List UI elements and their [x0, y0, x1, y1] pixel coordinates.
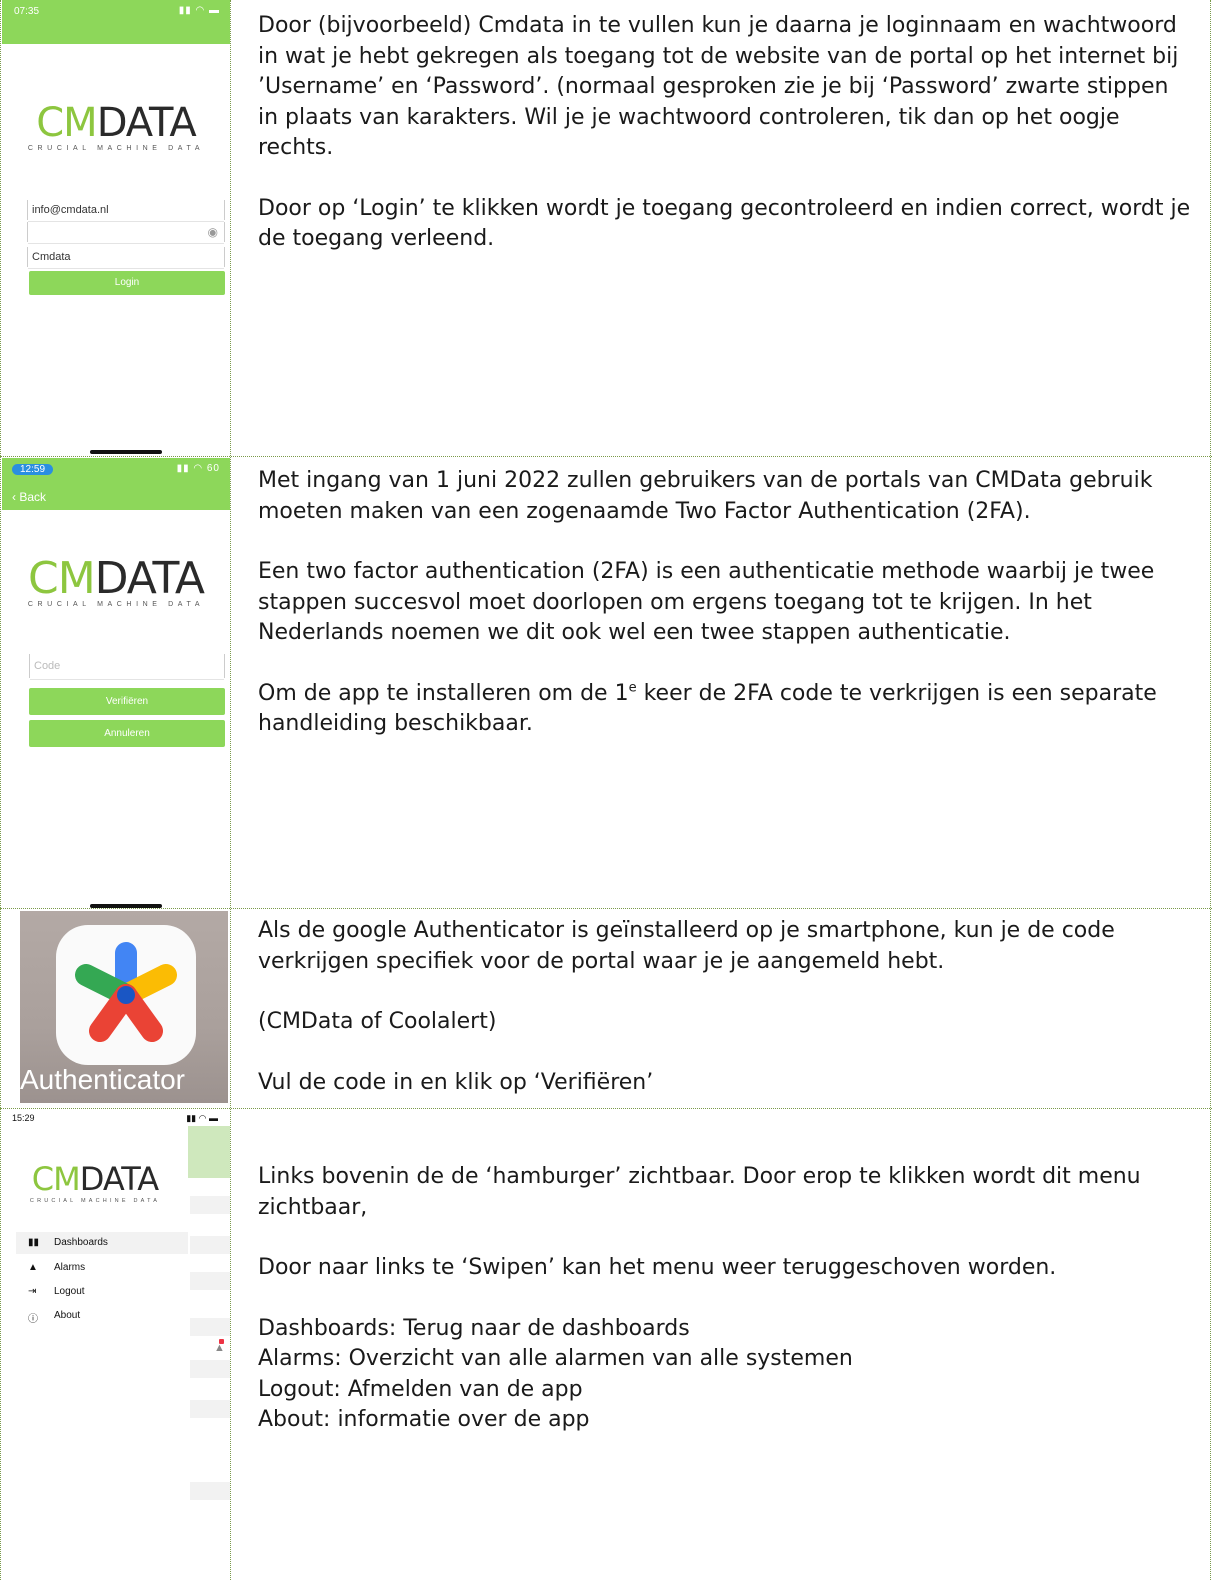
status-icons: ▮▮ ◠ 60: [176, 463, 220, 474]
menu-item-logout[interactable]: ⇥ Logout: [16, 1282, 188, 1302]
paragraph: Met ingang van 1 juni 2022 zullen gebrui…: [258, 468, 1153, 524]
cmdata-logo: CMDATA: [36, 100, 197, 146]
home-indicator: [90, 450, 162, 454]
menu-item-about[interactable]: ⓘ About: [16, 1306, 188, 1326]
login-button[interactable]: Login: [29, 271, 225, 295]
logout-icon: ⇥: [28, 1286, 37, 1297]
menu-screenshot: 15:29 ▮▮ ◠ ▬ CMDATA CRUCIAL MACHINE DATA…: [2, 1110, 230, 1580]
bell-alert-icon: ▲: [214, 1339, 225, 1354]
username-field[interactable]: info@cmdata.nl: [27, 200, 225, 222]
back-button[interactable]: ‹ Back: [12, 490, 46, 504]
home-indicator: [90, 904, 162, 908]
row4-description: Links bovenin de de ‘hamburger’ zichtbaa…: [258, 1162, 1192, 1436]
paragraph: (CMData of Coolalert): [258, 1009, 497, 1034]
authenticator-icon: [56, 925, 196, 1065]
row2-description: Met ingang van 1 juni 2022 zullen gebrui…: [258, 466, 1192, 740]
paragraph: Vul de code in en klik op ‘Verifiëren’: [258, 1069, 654, 1095]
status-time: 07:35: [14, 6, 40, 17]
status-time: 12:59: [12, 464, 54, 475]
background-row: [190, 1360, 230, 1378]
background-row: [190, 1236, 230, 1254]
cmdata-logo: CMDATA: [27, 553, 205, 604]
background-row: [190, 1196, 230, 1214]
table-border-right: [1210, 0, 1211, 1580]
status-bar: 12:59 ▮▮ ◠ 60 ‹ Back: [2, 458, 230, 510]
paragraph: Om de app te installeren om de 1e keer d…: [258, 680, 1157, 737]
row3-description: Als de google Authenticator is geïnstall…: [258, 916, 1192, 1098]
logo-tagline: CRUCIAL MACHINE DATA: [27, 145, 205, 152]
paragraph: Als de google Authenticator is geïnstall…: [258, 918, 1115, 974]
verify-button[interactable]: Verifiëren: [29, 688, 225, 715]
password-field[interactable]: ◉: [27, 222, 225, 244]
paragraph: Door naar links te ‘Swipen’ kan het menu…: [258, 1255, 1057, 1280]
table-column-divider: [230, 0, 231, 1580]
definition: About: informatie over de app: [258, 1407, 590, 1432]
row-divider: [0, 908, 1212, 909]
logo-tagline: CRUCIAL MACHINE DATA: [29, 1198, 161, 1204]
background-row: [190, 1482, 230, 1500]
row-divider: [0, 1108, 1212, 1109]
menu-item-dashboards[interactable]: ▮▮ Dashboards: [16, 1232, 188, 1254]
status-icons: ▮▮ ◠ ▬: [178, 5, 220, 16]
paragraph: Door (bijvoorbeeld) Cmdata in te vullen …: [258, 13, 1179, 160]
eye-icon[interactable]: ◉: [208, 222, 218, 242]
app-label: Authenticator: [20, 1064, 185, 1095]
portal-field[interactable]: Cmdata: [27, 247, 225, 269]
status-time: 15:29: [12, 1113, 35, 1123]
table-border-left: [0, 0, 1, 1580]
row-divider: [0, 456, 1212, 457]
twofa-screenshot: 12:59 ▮▮ ◠ 60 ‹ Back CMDATA CRUCIAL MACH…: [2, 458, 230, 908]
definition: Dashboards: Terug naar de dashboards: [258, 1315, 690, 1341]
login-screenshot: 07:35 ▮▮ ◠ ▬ CMDATA CRUCIAL MACHINE DATA…: [2, 0, 230, 456]
cmdata-logo: CMDATA: [31, 1160, 159, 1198]
background-header: [188, 1126, 230, 1178]
menu-item-alarms[interactable]: ▲ Alarms: [16, 1258, 188, 1278]
paragraph: Door op ‘Login’ te klikken wordt je toeg…: [258, 195, 1191, 252]
paragraph: Links bovenin de de ‘hamburger’ zichtbaa…: [258, 1164, 1141, 1220]
grid-icon: ▮▮: [28, 1237, 40, 1248]
definition: Logout: Afmelden van de app: [258, 1376, 583, 1402]
background-row: [190, 1272, 230, 1290]
code-field[interactable]: Code: [29, 654, 225, 680]
row1-description: Door (bijvoorbeeld) Cmdata in te vullen …: [258, 11, 1192, 255]
paragraph: Een two factor authentication (2FA) is e…: [258, 559, 1155, 645]
authenticator-app-image: Authenticator: [20, 911, 228, 1103]
status-icons: ▮▮ ◠ ▬: [186, 1113, 218, 1123]
background-row: [190, 1400, 230, 1418]
info-icon: ⓘ: [28, 1314, 38, 1325]
logo-tagline: CRUCIAL MACHINE DATA: [27, 601, 205, 608]
bell-icon: ▲: [28, 1262, 38, 1273]
definition: Alarms: Overzicht van alle alarmen van a…: [258, 1346, 853, 1371]
background-row: [190, 1318, 230, 1336]
status-bar: 07:35 ▮▮ ◠ ▬: [2, 0, 230, 44]
cancel-button[interactable]: Annuleren: [29, 720, 225, 747]
